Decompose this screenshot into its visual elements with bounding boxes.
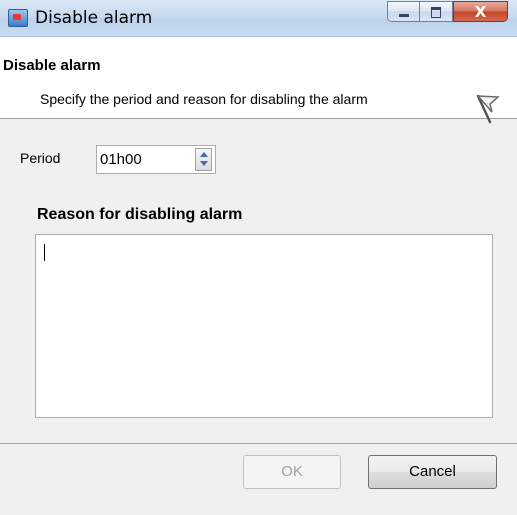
text-cursor — [44, 244, 45, 261]
cancel-button[interactable]: Cancel — [368, 455, 497, 489]
ok-button[interactable]: OK — [243, 455, 341, 489]
window-title: Disable alarm — [35, 8, 153, 28]
footer-divider — [0, 443, 517, 444]
close-button[interactable]: X — [453, 1, 508, 22]
spin-up-icon[interactable] — [200, 152, 208, 157]
period-label: Period — [20, 150, 61, 166]
header-subtitle: Specify the period and reason for disabl… — [40, 91, 368, 107]
minimize-button[interactable] — [387, 1, 420, 22]
period-spinner[interactable] — [195, 148, 212, 171]
period-input[interactable]: 01h00 — [96, 145, 216, 174]
close-icon: X — [474, 3, 487, 21]
period-value[interactable]: 01h00 — [100, 151, 142, 168]
maximize-button[interactable] — [420, 1, 453, 22]
reason-label: Reason for disabling alarm — [37, 206, 243, 223]
header-title: Disable alarm — [3, 57, 101, 74]
flag-icon — [476, 94, 500, 124]
reason-textarea[interactable] — [35, 234, 493, 418]
spin-down-icon[interactable] — [200, 161, 208, 166]
dialog-header: Disable alarm Specify the period and rea… — [0, 37, 517, 124]
title-bar[interactable]: Disable alarm X — [0, 0, 517, 37]
app-icon[interactable] — [8, 9, 28, 27]
disable-alarm-dialog: Disable alarm X Disable alarm Specify th… — [0, 0, 517, 515]
